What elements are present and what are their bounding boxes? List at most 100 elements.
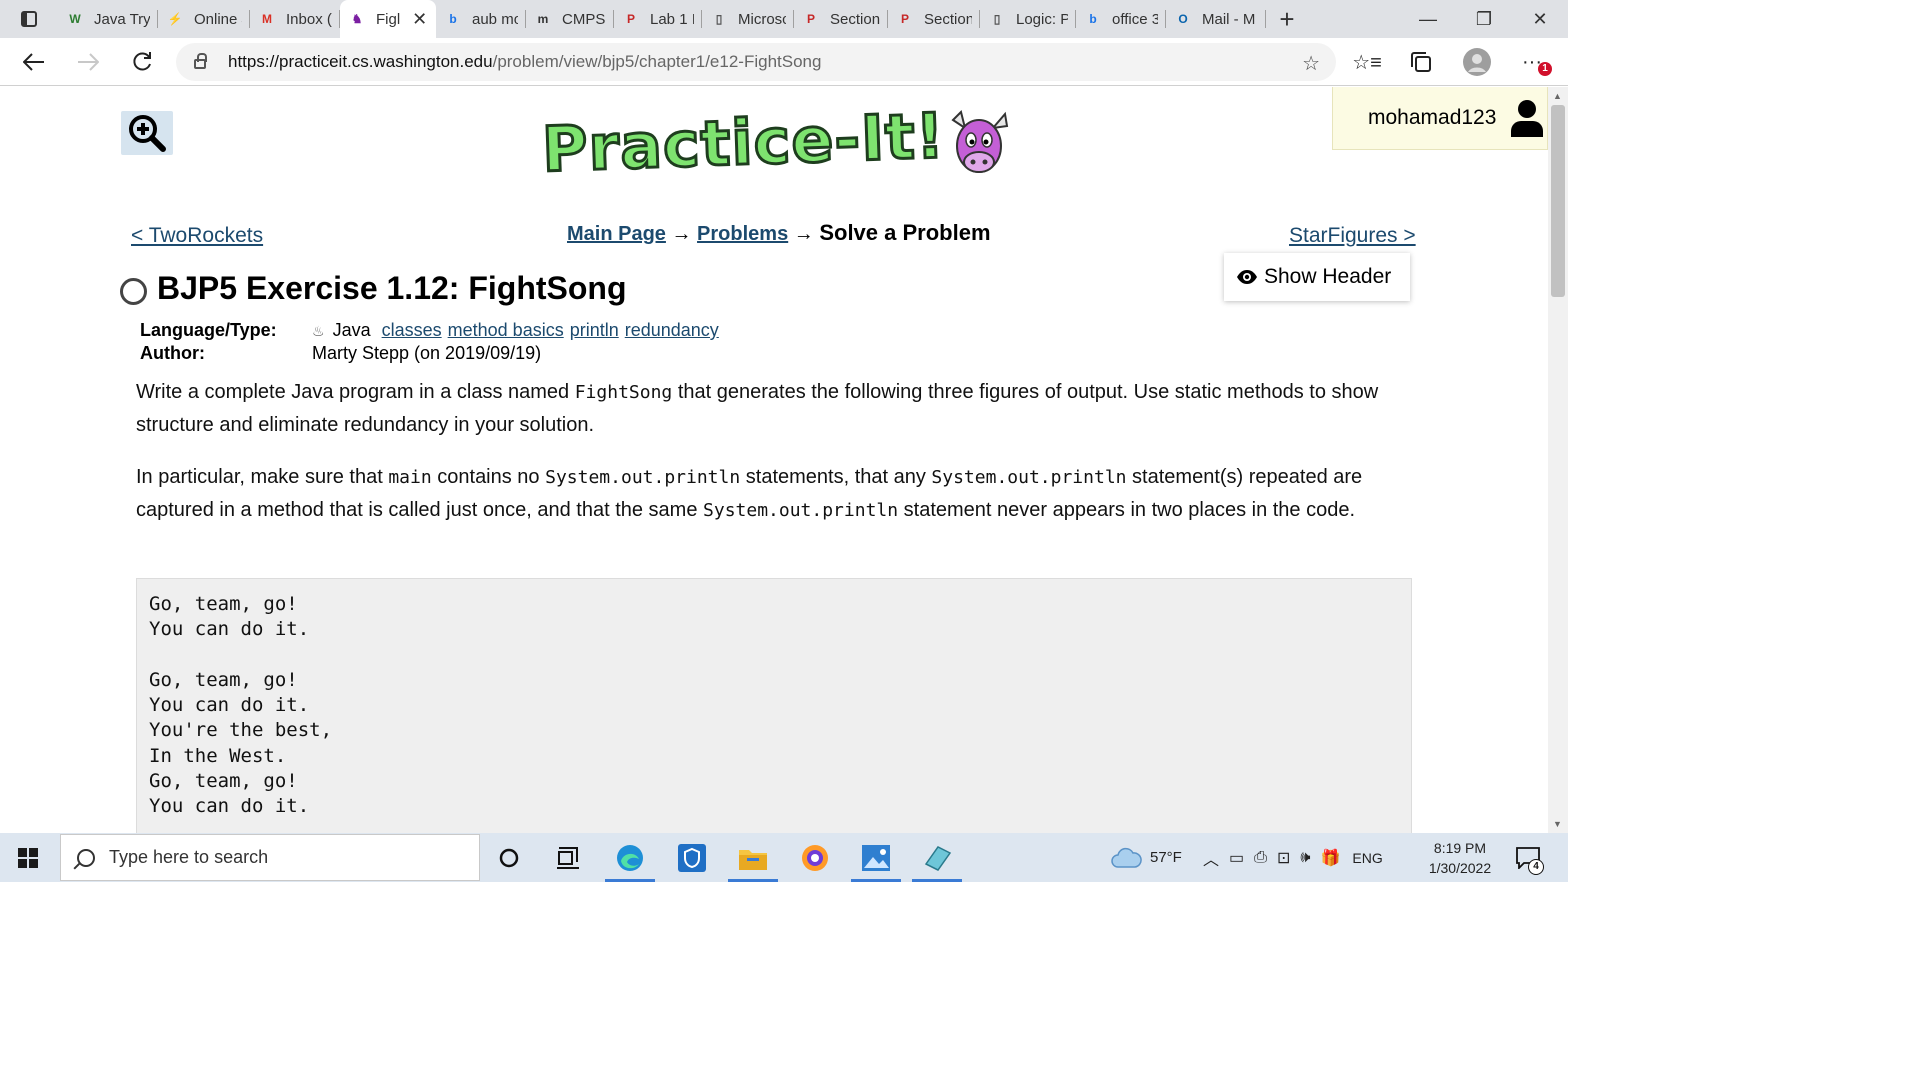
volume-icon[interactable]: 🕪 [1300, 849, 1310, 867]
page-title: BJP5 Exercise 1.12: FightSong [157, 270, 627, 306]
browser-tab[interactable]: P Lab 1 In [614, 4, 702, 34]
taskbar-firefox-like[interactable] [797, 841, 833, 875]
clock[interactable]: 8:19 PM 1/30/2022 [1420, 838, 1500, 878]
page-content: Practice-It! mohamad123 < TwoRockets Mai… [0, 87, 1548, 833]
tab-title: Lab 1 In [650, 10, 694, 28]
problem-description: Write a complete Java program in a class… [136, 381, 1379, 436]
browser-tab[interactable]: ♞ Figl ✕ [340, 0, 436, 38]
new-tab-button[interactable]: + [1270, 0, 1304, 38]
back-button[interactable] [16, 44, 52, 80]
close-tab-icon[interactable]: ✕ [412, 9, 427, 30]
favorites-icon: ☆≡ [1352, 51, 1382, 74]
zoom-button[interactable] [121, 111, 173, 155]
next-problem-link[interactable]: StarFigures > [1289, 224, 1416, 248]
scroll-down-icon[interactable]: ▼ [1553, 819, 1562, 829]
cow-mascot-icon [951, 110, 1009, 173]
collections-button[interactable] [1403, 44, 1439, 80]
browser-tab[interactable]: O Mail - M [1166, 4, 1266, 34]
notifications-button[interactable]: 4 [1516, 833, 1544, 882]
breadcrumb: Main Page → Problems → Solve a Problem [567, 220, 991, 246]
forward-button[interactable] [70, 44, 106, 80]
tab-actions-button[interactable] [0, 0, 58, 38]
problem-title-row: BJP5 Exercise 1.12: FightSong [120, 270, 627, 307]
cortana-icon [499, 848, 519, 868]
browser-tab[interactable]: M Inbox (2 [250, 4, 340, 34]
settings-menu-button[interactable]: ··· 1 [1514, 44, 1552, 80]
language-indicator[interactable]: ENG [1352, 850, 1382, 866]
network-icon[interactable]: ⊡ [1277, 848, 1290, 868]
meet-now-icon[interactable]: ⎙ [1254, 849, 1267, 867]
browser-tab[interactable]: b aub mo [436, 4, 526, 34]
tray-chevron-icon[interactable]: ︿ [1203, 846, 1219, 870]
browser-app-icon [802, 845, 828, 871]
browser-tab[interactable]: ▯ Logic: P [980, 4, 1076, 34]
battery-icon[interactable]: ▭ [1229, 848, 1244, 868]
start-button[interactable] [18, 848, 38, 868]
cortana-button[interactable] [491, 841, 527, 875]
breadcrumb-main-page[interactable]: Main Page [567, 223, 666, 245]
weather-widget[interactable]: 57°F [1110, 833, 1182, 882]
language-value: Java [332, 320, 371, 340]
scroll-up-icon[interactable]: ▲ [1553, 91, 1562, 101]
taskbar-edge[interactable] [605, 841, 655, 882]
close-window-button[interactable]: ✕ [1512, 0, 1568, 38]
problem-meta: Language/Type: ♨ Java classes method basic… [140, 319, 725, 364]
tab-title: Inbox (2 [286, 10, 332, 28]
browser-tab[interactable]: P Section [794, 4, 888, 34]
tag-link-println[interactable]: println [570, 320, 619, 340]
taskbar: Type here to search 57°F ︿ ▭ ⎙ ⊡ 🕪 🎁 ENG… [0, 833, 1568, 882]
gift-icon[interactable]: 🎁 [1320, 848, 1340, 868]
tab-favicon-icon: O [1178, 12, 1188, 26]
profile-button[interactable] [1459, 44, 1495, 80]
breadcrumb-arrow: → [793, 223, 814, 245]
add-favorite-icon[interactable]: ☆ [1302, 51, 1320, 76]
tab-list: W Java Try ⚡ Online J M Inbox (2 ♞ Figl ✕ b aub mo… [58, 0, 1266, 38]
tab-title: CMPS2( [562, 10, 606, 28]
restore-button[interactable]: ❐ [1456, 0, 1512, 38]
taskbar-app-blue[interactable] [674, 841, 710, 875]
folder-icon [739, 850, 767, 870]
tab-favicon-icon: b [1089, 12, 1097, 26]
taskbar-search[interactable]: Type here to search [60, 834, 480, 881]
tag-link-classes[interactable]: classes [382, 320, 442, 340]
lock-icon [194, 53, 207, 69]
status-circle-icon [120, 278, 147, 305]
page-scrollbar[interactable]: ▲ ▼ [1548, 87, 1568, 833]
scrollbar-thumb[interactable] [1551, 105, 1565, 297]
browser-tab[interactable]: b office 3 [1076, 4, 1166, 34]
previous-problem-link[interactable]: < TwoRockets [131, 224, 263, 248]
taskbar-photos[interactable] [851, 841, 901, 882]
tag-link-method-basics[interactable]: method basics [448, 320, 564, 340]
tab-title: office 3 [1112, 10, 1158, 28]
minimize-button[interactable]: — [1400, 0, 1456, 38]
browser-tab[interactable]: ▯ Microsc [702, 4, 794, 34]
browser-tab[interactable]: W Java Try [58, 4, 158, 34]
address-bar[interactable]: https://practiceit.cs.washington.edu/pro… [176, 43, 1336, 81]
favorites-button[interactable]: ☆≡ [1349, 44, 1385, 80]
collections-icon [1411, 52, 1431, 72]
url-text[interactable]: https://practiceit.cs.washington.edu/pro… [228, 52, 821, 72]
tab-title: Online J [194, 10, 242, 28]
show-header-label: Show Header [1264, 265, 1392, 288]
tab-actions-icon [21, 11, 37, 27]
refresh-button[interactable] [124, 44, 160, 80]
tab-favicon-icon: ▯ [993, 12, 1001, 26]
clock-date: 1/30/2022 [1428, 860, 1492, 876]
task-view-button[interactable] [550, 841, 586, 875]
browser-tab[interactable]: P Section [888, 4, 980, 34]
browser-tab[interactable]: m CMPS2( [526, 4, 614, 34]
taskbar-app-eraser[interactable] [912, 841, 962, 882]
taskbar-file-explorer[interactable] [728, 841, 778, 882]
practice-it-logo[interactable]: Practice-It! [539, 97, 1011, 187]
show-header-button[interactable]: Show Header [1224, 253, 1410, 301]
breadcrumb-problems[interactable]: Problems [697, 223, 788, 245]
tab-favicon-icon: m [537, 12, 549, 26]
tab-title: Java Try [94, 10, 150, 28]
weather-temp: 57°F [1150, 849, 1182, 866]
user-box[interactable]: mohamad123 [1332, 87, 1548, 150]
tag-link-redundancy[interactable]: redundancy [625, 320, 719, 340]
cloud-icon [1111, 847, 1142, 868]
tab-favicon-icon: P [626, 12, 635, 26]
browser-tab[interactable]: ⚡ Online J [158, 4, 250, 34]
tab-favicon-icon: ⚡ [167, 12, 183, 26]
